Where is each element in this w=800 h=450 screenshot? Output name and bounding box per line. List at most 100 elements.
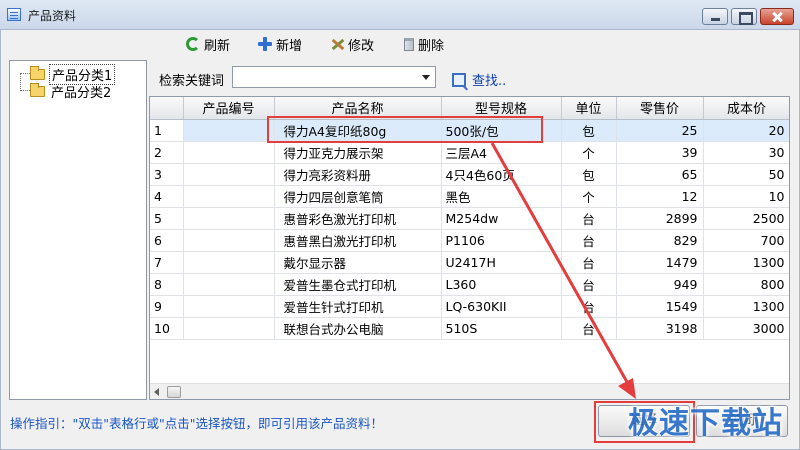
- scrollbar-thumb[interactable]: [167, 386, 181, 398]
- cell-cost-price: 800: [703, 273, 789, 296]
- cell-unit: 包: [561, 119, 617, 142]
- search-label: 检索关键词: [159, 74, 225, 89]
- row-number: 7: [150, 251, 184, 274]
- title-bar: 产品资料: [0, 0, 800, 30]
- scroll-left-arrow-icon[interactable]: [154, 388, 159, 396]
- cell-spec: M254dw: [441, 207, 562, 230]
- cell-retail-price: 65: [616, 163, 704, 186]
- cell-name: 戴尔显示器: [274, 251, 442, 274]
- cell-code: [183, 273, 275, 296]
- column-header[interactable]: 成本价: [703, 97, 789, 120]
- row-number: 4: [150, 185, 184, 208]
- row-number: 6: [150, 229, 184, 252]
- cell-spec: U2417H: [441, 251, 562, 274]
- column-header[interactable]: 单位: [561, 97, 617, 120]
- cell-cost-price: 20: [703, 119, 789, 142]
- cell-unit: 包: [561, 163, 617, 186]
- cell-unit: 台: [561, 251, 617, 274]
- horizontal-scrollbar[interactable]: [150, 383, 789, 399]
- search-button[interactable]: 查找..: [452, 70, 506, 89]
- cell-retail-price: 949: [616, 273, 704, 296]
- cell-spec: 三层A4: [441, 141, 562, 164]
- table-row[interactable]: 3 得力亮彩资料册 4只4色60页 包 65 50: [150, 163, 789, 186]
- cell-cost-price: 700: [703, 229, 789, 252]
- refresh-label: 刷新: [204, 38, 231, 54]
- delete-label: 删除: [418, 38, 445, 54]
- edit-label: 修改: [348, 38, 375, 54]
- cell-cost-price: 10: [703, 185, 789, 208]
- refresh-icon: [186, 37, 200, 51]
- cell-retail-price: 1549: [616, 295, 704, 318]
- row-number: 1: [150, 119, 184, 142]
- cell-code: [183, 229, 275, 252]
- table-row[interactable]: 4 得力四层创意笔筒 黑色 个 12 10: [150, 185, 789, 208]
- cell-unit: 个: [561, 185, 617, 208]
- toolbar: 刷新 新增 修改 删除: [186, 35, 472, 54]
- cell-spec: 510S: [441, 317, 562, 340]
- cell-retail-price: 2899: [616, 207, 704, 230]
- add-button[interactable]: 新增: [258, 35, 303, 54]
- table-row[interactable]: 5 惠普彩色激光打印机 M254dw 台 2899 2500: [150, 207, 789, 230]
- table-row[interactable]: 9 爱普生针式打印机 LQ-630KII 台 1549 1300: [150, 295, 789, 318]
- minimize-button[interactable]: [702, 8, 728, 25]
- cell-retail-price: 829: [616, 229, 704, 252]
- folder-icon: [30, 66, 45, 80]
- cell-spec: 4只4色60页: [441, 163, 562, 186]
- add-label: 新增: [276, 38, 303, 54]
- cell-name: 得力亚克力展示架: [274, 141, 442, 164]
- delete-button[interactable]: 删除: [402, 35, 445, 54]
- refresh-button[interactable]: 刷新: [186, 35, 231, 54]
- edit-button[interactable]: 修改: [330, 35, 375, 54]
- table-row[interactable]: 6 惠普黑白激光打印机 P1106 台 829 700: [150, 229, 789, 252]
- cell-cost-price: 50: [703, 163, 789, 186]
- app-icon: [7, 8, 21, 21]
- tree-item-category-2[interactable]: 产品分类2: [30, 82, 113, 101]
- close-button[interactable]: [760, 8, 794, 25]
- cell-spec: LQ-630KII: [441, 295, 562, 318]
- cell-code: [183, 119, 275, 142]
- search-button-label: 查找..: [472, 74, 507, 89]
- cell-unit: 台: [561, 207, 617, 230]
- cell-code: [183, 317, 275, 340]
- row-number: 3: [150, 163, 184, 186]
- cell-unit: 台: [561, 317, 617, 340]
- search-keyword-combobox[interactable]: [232, 66, 436, 88]
- table-row[interactable]: 7 戴尔显示器 U2417H 台 1479 1300: [150, 251, 789, 274]
- cell-unit: 个: [561, 141, 617, 164]
- edit-icon: [330, 37, 344, 51]
- row-number: 10: [150, 317, 184, 340]
- row-number: 2: [150, 141, 184, 164]
- cell-cost-price: 30: [703, 141, 789, 164]
- column-header[interactable]: 产品编号: [183, 97, 275, 120]
- cell-spec: L360: [441, 273, 562, 296]
- maximize-button[interactable]: [731, 8, 757, 25]
- table-row[interactable]: 8 爱普生墨仓式打印机 L360 台 949 800: [150, 273, 789, 296]
- cell-code: [183, 141, 275, 164]
- column-header[interactable]: [150, 97, 184, 120]
- table-row[interactable]: 2 得力亚克力展示架 三层A4 个 39 30: [150, 141, 789, 164]
- cell-unit: 台: [561, 273, 617, 296]
- row-number: 9: [150, 295, 184, 318]
- search-icon: [452, 72, 466, 87]
- cell-name: 联想台式办公电脑: [274, 317, 442, 340]
- row-number: 8: [150, 273, 184, 296]
- operation-tip: 操作指引："双击"表格行或"点击"选择按钮，即可引用该产品资料！: [10, 416, 383, 431]
- chevron-down-icon[interactable]: [422, 75, 430, 80]
- cell-spec: P1106: [441, 229, 562, 252]
- cell-retail-price: 3198: [616, 317, 704, 340]
- cell-code: [183, 295, 275, 318]
- table-row[interactable]: 10 联想台式办公电脑 510S 台 3198 3000: [150, 317, 789, 340]
- folder-icon: [30, 83, 45, 97]
- column-header[interactable]: 零售价: [616, 97, 704, 120]
- cell-unit: 台: [561, 229, 617, 252]
- cell-retail-price: 39: [616, 141, 704, 164]
- cell-retail-price: 1479: [616, 251, 704, 274]
- cell-spec: 黑色: [441, 185, 562, 208]
- row-number: 5: [150, 207, 184, 230]
- cell-cost-price: 1300: [703, 295, 789, 318]
- cell-name: 爱普生针式打印机: [274, 295, 442, 318]
- cell-name: 爱普生墨仓式打印机: [274, 273, 442, 296]
- row-highlight-box: [267, 116, 543, 143]
- tree-connector: [20, 73, 30, 74]
- cell-retail-price: 12: [616, 185, 704, 208]
